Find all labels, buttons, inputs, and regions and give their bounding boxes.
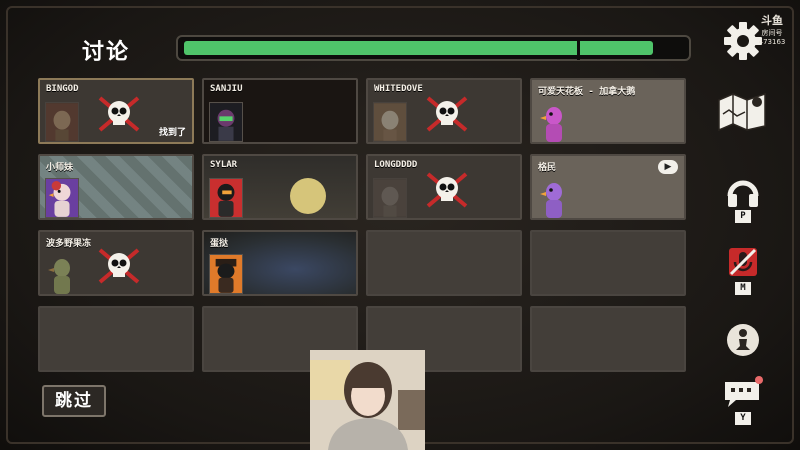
player-name: 蛋挞 bbox=[210, 239, 229, 249]
player-name: BINGOD bbox=[46, 84, 79, 94]
player-card-boduoyeguodong[interactable]: 波多野果冻 bbox=[38, 230, 194, 296]
player-portrait bbox=[537, 178, 571, 218]
stream-watermark: 斗鱼 房间号 473163 bbox=[752, 12, 792, 46]
player-portrait bbox=[45, 102, 79, 142]
player-name: SYLAR bbox=[210, 160, 238, 170]
player-name: 小师妹 bbox=[46, 163, 74, 173]
map-button[interactable] bbox=[714, 88, 772, 132]
player-name: WHITEDOVE bbox=[374, 84, 423, 94]
player-grid: BINGOD 找到了 SANJIU WHITEDOVE 可爱天花板 - 加拿大鹅… bbox=[38, 78, 688, 372]
player-name: SANJIU bbox=[210, 84, 243, 94]
player-name: 可爱天花板 - 加拿大鹅 bbox=[538, 87, 636, 97]
player-card-gemin[interactable]: 格民 ▶ bbox=[530, 154, 686, 220]
player-card-whitedove[interactable]: WHITEDOVE bbox=[366, 78, 522, 144]
player-card-danta[interactable]: 蛋挞 bbox=[202, 230, 358, 296]
audio-button[interactable]: P bbox=[720, 176, 766, 223]
webcam-feed bbox=[310, 350, 425, 450]
player-card-canada-goose[interactable]: 可爱天花板 - 加拿大鹅 bbox=[530, 78, 686, 144]
hotkey-label: M bbox=[735, 282, 751, 295]
muted-mic-icon bbox=[729, 248, 757, 276]
player-card-sanjiu[interactable]: SANJIU bbox=[202, 78, 358, 144]
player-name: 格民 bbox=[538, 163, 557, 173]
hotkey-label: Y bbox=[735, 412, 751, 425]
player-card-longdddd[interactable]: LONGDDDD bbox=[366, 154, 522, 220]
chat-button[interactable]: Y bbox=[720, 376, 766, 425]
player-portrait bbox=[373, 102, 407, 142]
player-portrait bbox=[209, 254, 243, 294]
body-found-label: 找到了 bbox=[158, 128, 186, 138]
empty-slot bbox=[530, 306, 686, 372]
mic-toggle-button[interactable]: M bbox=[720, 244, 766, 295]
player-portrait bbox=[373, 178, 407, 218]
player-portrait bbox=[209, 178, 243, 218]
dead-skull-icon bbox=[426, 172, 468, 208]
role-button[interactable] bbox=[720, 322, 766, 358]
streamer-webcam bbox=[310, 350, 425, 450]
hotkey-label: P bbox=[735, 210, 751, 223]
dead-skull-icon bbox=[426, 96, 468, 132]
skip-vote-button[interactable]: 跳过 bbox=[42, 385, 106, 417]
dead-skull-icon bbox=[98, 96, 140, 132]
watermark-logo: 斗鱼 bbox=[761, 14, 783, 27]
speaking-icon: ▶ bbox=[658, 160, 678, 174]
map-icon bbox=[718, 92, 766, 132]
empty-slot bbox=[38, 306, 194, 372]
moon-decoration bbox=[290, 178, 326, 214]
player-name: 波多野果冻 bbox=[46, 239, 92, 249]
player-name: LONGDDDD bbox=[374, 160, 418, 170]
player-portrait bbox=[537, 102, 571, 142]
player-card-sylar[interactable]: SYLAR bbox=[202, 154, 358, 220]
player-card-xiaoshimei[interactable]: 小师妹 bbox=[38, 154, 194, 220]
player-portrait bbox=[45, 254, 79, 294]
empty-slot bbox=[530, 230, 686, 296]
player-portrait bbox=[45, 178, 79, 218]
dead-skull-icon bbox=[98, 248, 140, 284]
discussion-title: 讨论 bbox=[82, 40, 131, 65]
chat-icon bbox=[725, 376, 763, 407]
headphones-icon bbox=[727, 180, 759, 207]
player-card-bingod[interactable]: BINGOD 找到了 bbox=[38, 78, 194, 144]
watermark-sub: 房间号 bbox=[761, 29, 783, 37]
role-pawn-icon bbox=[727, 324, 759, 356]
empty-slot bbox=[366, 230, 522, 296]
player-portrait bbox=[209, 102, 243, 142]
timer-fill bbox=[184, 40, 654, 60]
discussion-timer-bar bbox=[176, 35, 691, 61]
watermark-room: 473163 bbox=[758, 38, 786, 46]
